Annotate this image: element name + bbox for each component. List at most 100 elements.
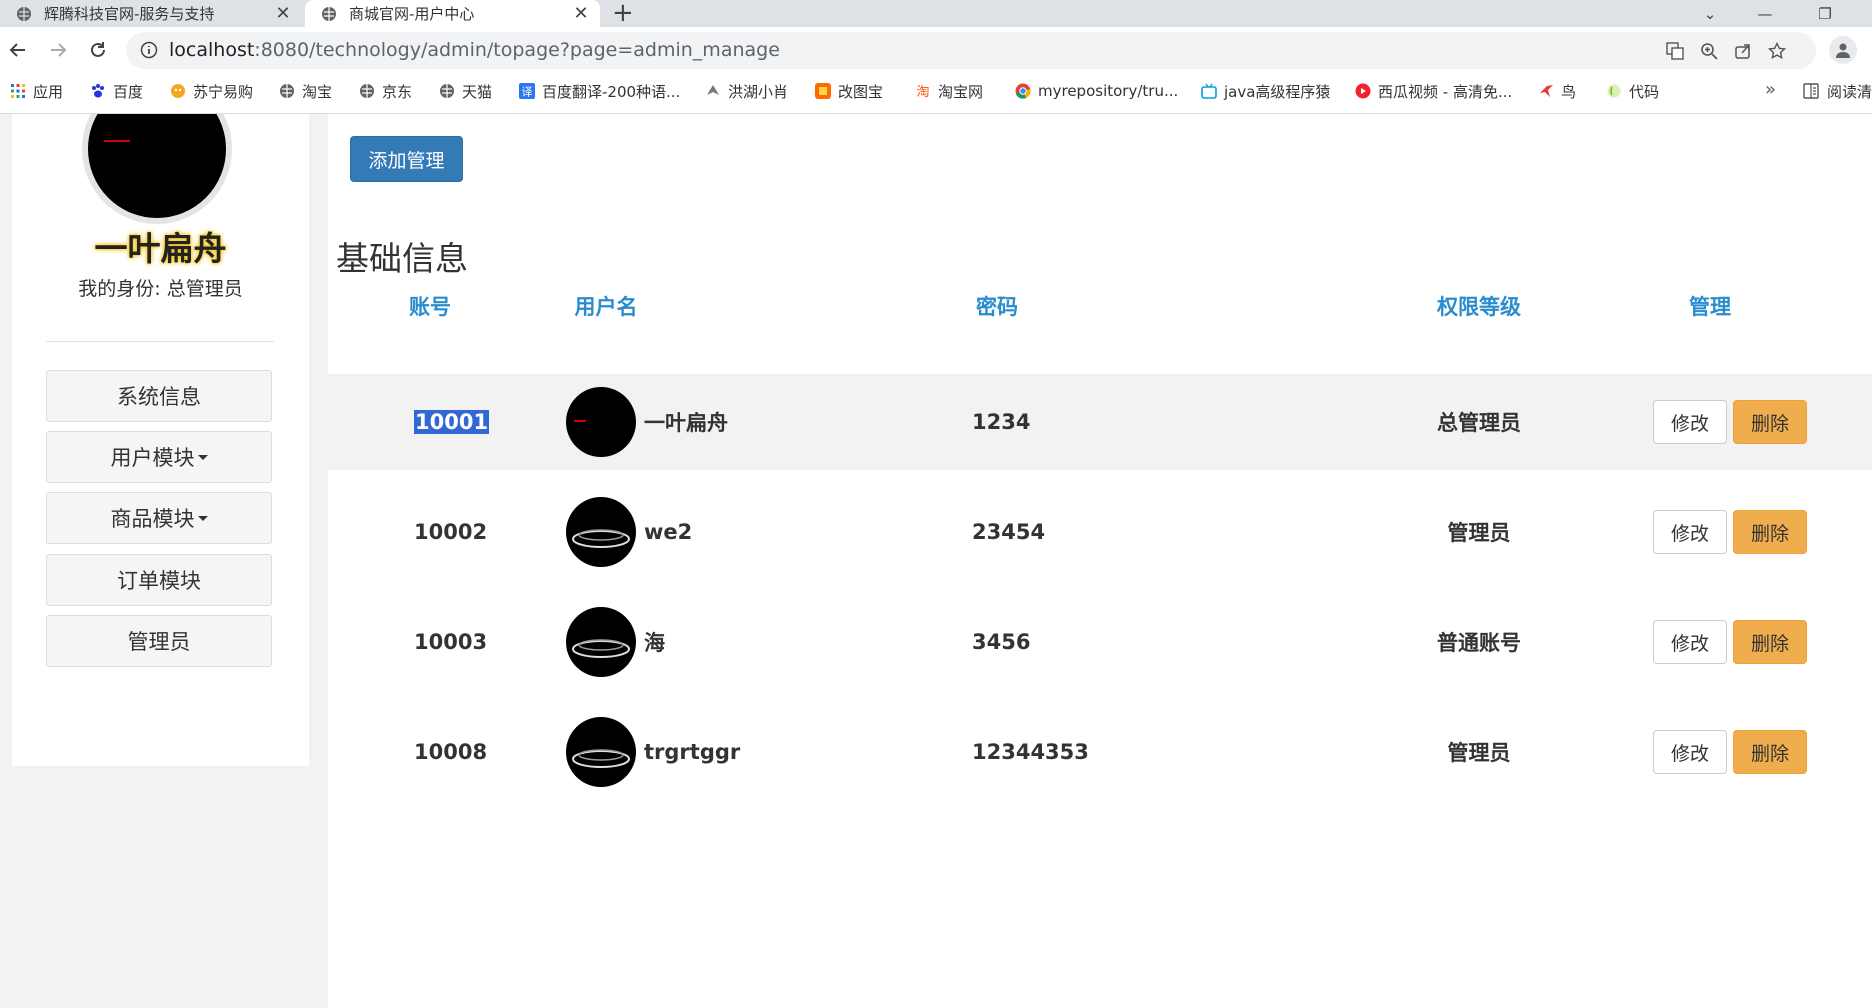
sidebar: 一叶扁舟 我的身份: 总管理员 系统信息 用户模块 商品模块 订单模块 管理员 [12,114,309,766]
password-cell: 1234 [972,410,1031,434]
browser-tab-2[interactable]: 商城官网-用户中心 ✕ [305,0,600,27]
taobao-icon: 淘 [916,85,929,99]
edit-button[interactable]: 修改 [1653,620,1727,664]
info-icon[interactable] [140,41,158,59]
reading-list-icon [1803,83,1819,99]
password-cell: 23454 [972,520,1046,544]
more-bookmarks-icon[interactable]: » [1765,79,1776,100]
password-cell: 3456 [972,630,1031,654]
edit-button[interactable]: 修改 [1653,730,1727,774]
address-bar[interactable]: localhost:8080/technology/admin/topage?p… [126,32,1816,69]
main-panel: 添加管理 基础信息 账号 用户名 密码 权限等级 管理 10001 一叶扁舟 1… [328,114,1872,1008]
bookmark-tmall[interactable]: 天猫 [439,73,492,109]
bookmark-myrepository[interactable]: myrepository/tru... [1015,73,1178,109]
bookmark-taobao[interactable]: 淘宝 [279,73,332,109]
chrome-icon [1015,83,1031,99]
bookmark-code[interactable]: 代码 [1606,73,1659,109]
translate-icon[interactable] [1664,40,1686,62]
user-identity: 我的身份: 总管理员 [78,278,243,300]
table-row: 10003 海 3456 普通账号 修改 删除 [328,594,1872,690]
edit-button[interactable]: 修改 [1653,400,1727,444]
user-avatar-small [566,607,636,677]
delete-button[interactable]: 删除 [1733,510,1807,554]
sidebar-item-admin[interactable]: 管理员 [46,615,272,667]
account-cell: 10003 [414,630,488,654]
delete-button[interactable]: 删除 [1733,730,1807,774]
username-cell: 一叶扁舟 [566,374,728,470]
user-avatar [82,114,232,224]
tab-search-chevron-icon[interactable]: ⌄ [1690,0,1730,27]
image-tool-icon [815,83,831,99]
minimize-icon[interactable]: — [1745,0,1785,27]
username-cell: we2 [566,484,692,580]
level-cell: 总管理员 [1437,411,1521,435]
back-arrow-icon[interactable] [4,36,32,64]
svg-text:译: 译 [522,86,533,99]
user-avatar-small [566,717,636,787]
sidebar-item-user-module[interactable]: 用户模块 [46,431,272,483]
profile-avatar-icon[interactable] [1829,36,1857,64]
browser-tab-1[interactable]: 辉腾科技官网-服务与支持 ✕ [0,0,302,27]
bookmark-star-icon[interactable] [1766,40,1788,62]
section-title: 基础信息 [336,239,468,278]
bookmark-baidu[interactable]: 百度 [90,73,143,109]
sidebar-item-system-info[interactable]: 系统信息 [46,370,272,422]
bookmark-suning[interactable]: 苏宁易购 [170,73,253,109]
user-avatar-small [566,387,636,457]
svg-text:淘: 淘 [916,85,929,99]
level-cell: 管理员 [1447,741,1511,765]
bookmark-honghu[interactable]: 洪湖小肖 [705,73,788,109]
bookmark-xigua[interactable]: 西瓜视频 - 高清免... [1355,73,1512,109]
reading-list[interactable]: 阅读清 [1803,73,1872,109]
forward-arrow-icon[interactable] [44,36,72,64]
code-icon [1607,84,1621,98]
xigua-icon [1355,83,1371,99]
account-cell: 10001 [414,410,490,434]
delete-button[interactable]: 删除 [1733,620,1807,664]
share-icon[interactable] [1732,40,1754,62]
browser-toolbar: localhost:8080/technology/admin/topage?p… [0,27,1872,73]
level-cell: 普通账号 [1437,631,1521,655]
sidebar-item-product-module[interactable]: 商品模块 [46,492,272,544]
reload-icon[interactable] [84,36,112,64]
close-icon[interactable]: ✕ [570,3,592,24]
bookmark-baidu-translate[interactable]: 译 百度翻译-200种语... [519,73,680,109]
bookmark-gaitubao[interactable]: 改图宝 [815,73,883,109]
delete-button[interactable]: 删除 [1733,400,1807,444]
tab-title: 辉腾科技官网-服务与支持 [44,5,215,23]
translate-icon: 译 [519,83,535,99]
password-cell: 12344353 [972,740,1089,764]
zoom-icon[interactable] [1698,40,1720,62]
bookmark-java[interactable]: java高级程序猿 [1201,73,1330,109]
bookmark-jd[interactable]: 京东 [359,73,412,109]
account-cell: 10002 [414,520,488,544]
edit-button[interactable]: 修改 [1653,510,1727,554]
bookmark-taobao-net[interactable]: 淘 淘宝网 [915,73,983,109]
bookmark-bird[interactable]: 鸟 [1538,73,1576,109]
username-cell: 海 [566,594,665,690]
close-icon[interactable]: ✕ [272,3,294,24]
sidebar-divider [46,341,274,342]
browser-tab-strip: 辉腾科技官网-服务与支持 ✕ 商城官网-用户中心 ✕ + ⌄ — ❐ [0,0,1872,28]
suning-icon [171,84,185,98]
bilibili-icon [1201,83,1217,99]
new-tab-plus-icon[interactable]: + [612,0,634,28]
url-text: localhost:8080/technology/admin/topage?p… [169,39,780,61]
bookmarks-bar: 应用 百度 苏宁易购 淘宝 京东 天猫 译 百度翻译-200种语... 洪湖小肖… [0,73,1872,114]
add-admin-button[interactable]: 添加管理 [350,136,463,182]
bird-icon [707,85,719,95]
restore-icon[interactable]: ❐ [1805,0,1845,27]
caret-down-icon [197,515,208,521]
tab-title: 商城官网-用户中心 [349,5,475,23]
column-header-account: 账号 [409,295,451,319]
sidebar-item-order-module[interactable]: 订单模块 [46,554,272,606]
account-cell: 10008 [414,740,488,764]
table-row: 10001 一叶扁舟 1234 总管理员 修改 删除 [328,374,1872,470]
username-cell: trgrtggr [566,704,740,800]
globe-icon [440,84,454,98]
user-nickname: 一叶扁舟 [94,229,227,268]
baidu-paw-icon [92,84,104,98]
bookmark-apps[interactable]: 应用 [10,73,63,109]
bird-red-icon [1540,85,1553,97]
apps-grid-icon [11,84,25,98]
